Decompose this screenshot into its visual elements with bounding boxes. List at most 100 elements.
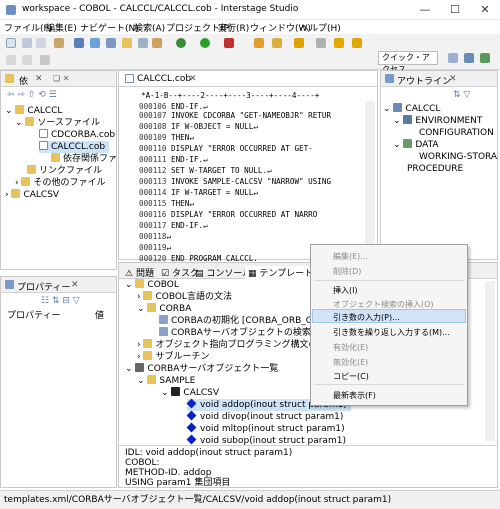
tab-console[interactable]: ▤ コンソール <box>195 266 251 279</box>
tree-item[interactable]: ⌄ CALCCL <box>5 105 62 117</box>
close-icon[interactable]: ✕ <box>449 74 457 84</box>
method-icon <box>186 410 197 421</box>
template-item[interactable]: void divop(inout struct param1) <box>186 410 343 423</box>
pin-icon[interactable] <box>6 55 16 65</box>
package-icon[interactable] <box>152 38 162 48</box>
nav-arrows-icon[interactable]: ⇦ ⇨ ⇧ ⟲ ☰ <box>7 89 57 101</box>
outline-item[interactable]: CONFIGURATION <box>419 127 494 139</box>
tab-problems[interactable]: ⚠ 問題 <box>125 266 154 279</box>
menu-copy-item[interactable]: コピー(C) <box>333 371 369 382</box>
build-icon[interactable] <box>54 38 64 48</box>
tree-item-selected[interactable]: CALCCL.cob <box>39 141 110 153</box>
wizard-icon[interactable] <box>106 38 116 48</box>
debug-icon[interactable] <box>74 38 84 48</box>
explorer-tab[interactable]: 依 <box>19 74 28 87</box>
template-item[interactable]: ⌄ COBOL <box>125 279 179 291</box>
tree-item[interactable]: ⌄ ソースファイル <box>15 117 100 129</box>
window-title: workspace - COBOL - CALCCL/CALCCL.cob - … <box>22 4 299 14</box>
outline-item[interactable]: ⌄ CALCCL <box>383 103 440 115</box>
template-item[interactable]: › サブルーチン <box>137 351 209 363</box>
menu-edit[interactable]: 編集(E) <box>46 21 77 34</box>
properties-icon <box>5 280 14 289</box>
editor-tab[interactable]: CALCCL.cob <box>137 74 191 84</box>
menu-enable-item[interactable]: 有効化(E) <box>333 342 368 353</box>
menu-file[interactable]: ファイル(F) <box>4 21 52 34</box>
outline-tab[interactable]: アウトライン <box>397 74 451 87</box>
outline-item[interactable]: WORKING-STORA <box>419 151 497 163</box>
menu-run[interactable]: 実行(R) <box>218 21 249 34</box>
close-icon[interactable]: ✕ <box>35 74 43 84</box>
sort-icon[interactable]: ⇅ ▽ <box>453 89 470 101</box>
outline-item[interactable]: PROCEDURE <box>407 163 463 175</box>
template-item[interactable]: ⌄ SAMPLE <box>137 375 195 387</box>
back-icon[interactable] <box>334 38 344 48</box>
properties-tab[interactable]: プロパティー <box>17 280 70 293</box>
properties-toolbar-icons[interactable]: ☷ ⇅ ⊟ ▽ <box>41 295 80 307</box>
close-button[interactable]: ✕ <box>470 0 500 20</box>
template-item[interactable]: › オブジェクト指向プログラミング構文の文法 <box>137 339 335 351</box>
outline-item[interactable]: ⌄ ENVIRONMENT <box>393 115 482 127</box>
save-icon[interactable] <box>22 38 32 48</box>
tree-item[interactable]: リンクファイル <box>27 165 102 177</box>
tool-icon[interactable] <box>138 38 148 48</box>
menu-delete-item[interactable]: 削除(D) <box>333 266 361 277</box>
menu-disable-item[interactable]: 無効化(E) <box>333 357 368 368</box>
app-icon <box>6 5 16 15</box>
cobol-icon[interactable] <box>90 38 100 48</box>
tree-item[interactable]: CDCORBA.cob <box>39 129 115 141</box>
menu-insert-item[interactable]: 挿入(I) <box>333 285 358 296</box>
annotation-icon[interactable] <box>272 38 282 48</box>
external-tools-icon[interactable] <box>224 38 234 48</box>
code-area[interactable]: 000106 END-IF.↵ 000107 INVOKE CDCORBA "G… <box>119 101 377 263</box>
quick-access-input[interactable]: クイック・アクセス <box>378 51 438 74</box>
tree-item[interactable]: 依存関係ファイ <box>51 153 126 165</box>
editor-scrollbar[interactable] <box>365 101 375 251</box>
detail-line: USING param1 集団項目 <box>125 478 231 488</box>
close-icon[interactable]: ✕ <box>71 280 79 290</box>
debug-run-icon[interactable] <box>176 38 186 48</box>
tab-tasks[interactable]: ☑ タスク <box>161 266 199 279</box>
menu-search[interactable]: 検索(A) <box>134 21 165 34</box>
run-icon[interactable] <box>200 38 210 48</box>
menu-repeat-args-item[interactable]: 引き数を繰り返し入力する(M)... <box>333 327 450 338</box>
tree-item[interactable]: › CALCSV <box>5 189 59 201</box>
folder-icon[interactable] <box>122 38 132 48</box>
maximize-button[interactable]: ☐ <box>440 0 470 20</box>
templates-scrollbar[interactable] <box>485 281 495 441</box>
cobol-perspective-icon[interactable] <box>464 53 474 63</box>
method-icon <box>186 398 197 409</box>
template-item[interactable]: void mltop(inout struct param1) <box>186 422 345 435</box>
outline-icon <box>385 74 394 83</box>
prev-annotation-icon[interactable] <box>316 38 326 48</box>
save-all-icon[interactable] <box>36 38 46 48</box>
search-icon[interactable] <box>254 38 264 48</box>
menu-input-args-item[interactable]: 引き数の入力(P)... <box>333 312 400 323</box>
properties-tab-header: プロパティー ✕ <box>1 277 116 293</box>
toggle-icon[interactable] <box>22 55 32 65</box>
menu-refresh-item[interactable]: 最新表示(F) <box>333 390 376 401</box>
outline-tab-header: アウトライン ✕ <box>381 71 497 87</box>
format-icon[interactable] <box>40 55 50 65</box>
template-item[interactable]: ⌄ CORBA <box>137 303 191 315</box>
menu-help[interactable]: ヘルプ(H) <box>300 21 341 34</box>
next-annotation-icon[interactable] <box>294 38 304 48</box>
perspective-icon[interactable] <box>448 53 458 63</box>
properties-col-name: プロパティー <box>7 311 61 321</box>
minimize-button[interactable]: — <box>410 0 440 20</box>
close-icon[interactable]: ✕ <box>189 74 197 84</box>
outline-item[interactable]: ⌄ DATA <box>393 139 439 151</box>
template-item[interactable]: › COBOL言語の文法 <box>137 291 232 303</box>
template-item[interactable]: CORBAの初期化 [CORBA_ORB_GET <box>159 315 324 327</box>
explorer-panel: 依 ✕ ❏ ✕ ⇦ ⇨ ⇧ ⟲ ☰ ⌄ CALCCL ⌄ ソースファイル CDC… <box>0 70 126 270</box>
forward-icon[interactable] <box>352 38 362 48</box>
menu-navigate[interactable]: ナビゲート(N) <box>80 21 139 34</box>
package-explorer-tab[interactable]: ❏ ✕ <box>53 74 69 83</box>
template-item[interactable]: ⌄ CALCSV <box>161 387 219 399</box>
new-icon[interactable] <box>6 38 16 48</box>
template-item[interactable]: ⌄ CORBAサーバオブジェクト一覧 <box>125 363 278 375</box>
status-text: templates.xml/CORBAサーバオブジェクト一覧/CALCSV/vo… <box>4 495 392 505</box>
properties-col-value: 値 <box>95 311 105 321</box>
debug-perspective-icon[interactable] <box>480 53 490 63</box>
menu-edit-item[interactable]: 編集(E)... <box>333 251 368 262</box>
tree-item[interactable]: › その他のファイル <box>15 177 105 189</box>
